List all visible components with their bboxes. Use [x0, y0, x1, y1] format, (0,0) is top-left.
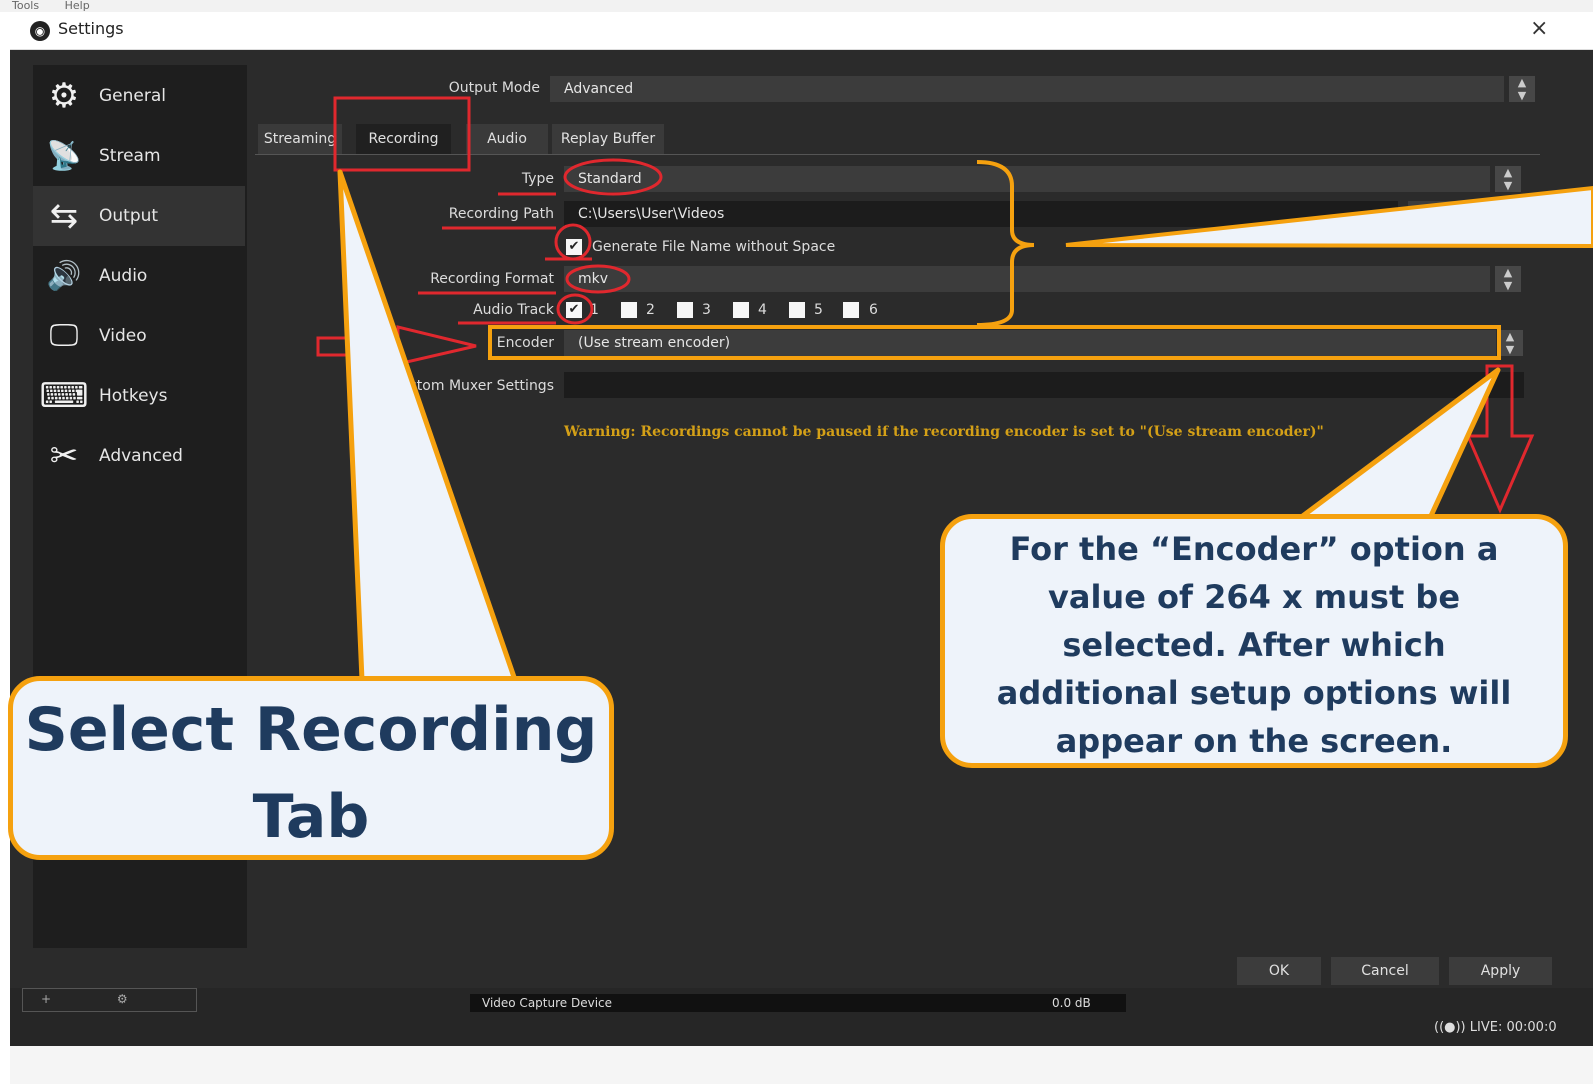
recording-callout-pointer: [337, 169, 518, 683]
encoder-callout-pointer: [1297, 367, 1501, 521]
recording-tab-highlight-box: [333, 96, 471, 172]
settings-bracket: [976, 160, 1035, 327]
encoder-callout: For the “Encoder” option a value of 264 …: [940, 514, 1568, 768]
track-highlight-ellipse: [556, 293, 594, 325]
checkbox-highlight-ellipse: [554, 223, 592, 261]
encoder-highlight-box: [488, 325, 1501, 360]
recording-tab-callout: Select Recording Tab: [8, 676, 614, 860]
format-highlight-ellipse: [565, 264, 631, 294]
type-highlight-ellipse: [563, 158, 663, 196]
bracket-callout-pointer: [1065, 185, 1593, 249]
